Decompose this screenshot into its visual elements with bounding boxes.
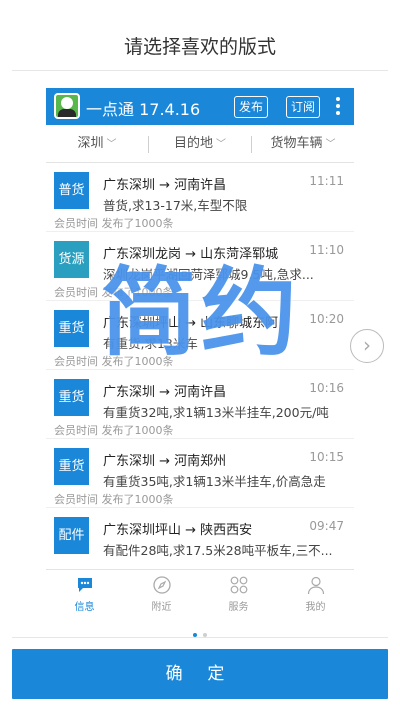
chevron-down-icon: ﹀ (106, 139, 117, 150)
route-text: 广东深圳 → 河南许昌 (103, 178, 227, 193)
member-meta: 会员时间 发布了1000条 (54, 424, 174, 437)
nav-tab-services[interactable]: 服务 (200, 570, 277, 620)
nav-label: 附近 (151, 602, 172, 613)
divider (12, 70, 388, 71)
member-meta: 会员时间 发布了1000条 (54, 217, 174, 230)
app-title: 一点通 17.4.16 (86, 100, 201, 119)
carousel-indicator (0, 622, 400, 637)
chevron-right-icon[interactable]: › (350, 329, 384, 363)
page-title: 请选择喜欢的版式 (123, 36, 276, 58)
nav-tab-nearby[interactable]: 附近 (123, 570, 200, 620)
publish-button[interactable]: 发布 (234, 96, 269, 118)
cargo-type-badge: 重货 (54, 379, 89, 416)
app-bar: 一点通 17.4.16 发布 订阅 (46, 88, 354, 125)
filter-label: 深圳 (77, 136, 104, 151)
bottom-nav: 信息 附近 服务 我的 (46, 569, 354, 620)
filter-cargo-vehicle[interactable]: 货物车辆 ﹀ (252, 125, 354, 163)
route-text: 广东深圳坪山 → 陕西西安 (103, 523, 253, 538)
post-time: 10:16 (309, 381, 344, 395)
divider (12, 637, 388, 638)
chevron-down-icon: ﹀ (325, 139, 336, 150)
layout-picker-page: 请选择喜欢的版式 一点通 17.4.16 发布 订阅 深圳 ﹀ 目的地 ﹀ 货物车辆… (0, 0, 400, 710)
subscribe-button[interactable]: 订阅 (286, 96, 321, 118)
cargo-type-badge: 重货 (54, 448, 89, 485)
post-time: 10:15 (309, 450, 344, 464)
layout-style-label: 简约 (101, 257, 301, 369)
cargo-description: 有重货32吨,求1辆13米半挂车,200元/吨 (103, 405, 329, 420)
cargo-type-badge: 重货 (54, 310, 89, 347)
route-text: 广东深圳 → 河南郑州 (103, 454, 227, 469)
compass-icon (153, 576, 171, 594)
grid-icon (230, 576, 248, 594)
cargo-description: 有配件28吨,求17.5米28吨平板车,三不... (103, 543, 333, 558)
filter-destination[interactable]: 目的地 ﹀ (149, 125, 251, 163)
filter-label: 货物车辆 (270, 136, 323, 151)
filter-origin[interactable]: 深圳 ﹀ (46, 125, 148, 163)
cargo-type-badge: 普货 (54, 172, 89, 209)
cargo-description: 有重货35吨,求1辆13米半挂车,价高急走 (103, 474, 326, 489)
route-text: 广东深圳 → 河南许昌 (103, 385, 227, 400)
filter-label: 目的地 (173, 136, 213, 151)
confirm-button[interactable]: 确 定 (12, 649, 388, 699)
nav-tab-me[interactable]: 我的 (277, 570, 354, 620)
list-item[interactable]: 重货 广东深圳 → 河南郑州 10:15 有重货35吨,求1辆13米半挂车,价高… (46, 439, 354, 507)
chevron-down-icon: ﹀ (216, 139, 226, 150)
list-item[interactable]: 普货 广东深圳 → 河南许昌 11:11 普货,求13-17米,车型不限 会员时… (46, 163, 354, 231)
cargo-type-badge: 配件 (54, 517, 89, 554)
nav-label: 信息 (74, 602, 95, 613)
member-meta: 会员时间 发布了1000条 (54, 493, 174, 506)
nav-label: 我的 (305, 602, 326, 613)
app-logo-icon (54, 93, 80, 119)
post-time: 11:10 (309, 243, 344, 257)
list-item[interactable]: 重货 广东深圳 → 河南许昌 10:16 有重货32吨,求1辆13米半挂车,20… (46, 370, 354, 438)
chat-icon (78, 578, 92, 592)
cargo-type-badge: 货源 (54, 241, 89, 278)
cargo-description: 普货,求13-17米,车型不限 (103, 198, 248, 213)
person-icon (307, 576, 325, 595)
nav-label: 服务 (228, 602, 249, 613)
post-time: 09:47 (309, 519, 344, 533)
nav-tab-info[interactable]: 信息 (46, 570, 123, 620)
more-vertical-icon[interactable] (332, 95, 344, 119)
list-item[interactable]: 配件 广东深圳坪山 → 陕西西安 09:47 有配件28吨,求17.5米28吨平… (46, 508, 354, 569)
filter-bar: 深圳 ﹀ 目的地 ﹀ 货物车辆 ﹀ (46, 125, 354, 163)
post-time: 11:11 (309, 174, 344, 188)
